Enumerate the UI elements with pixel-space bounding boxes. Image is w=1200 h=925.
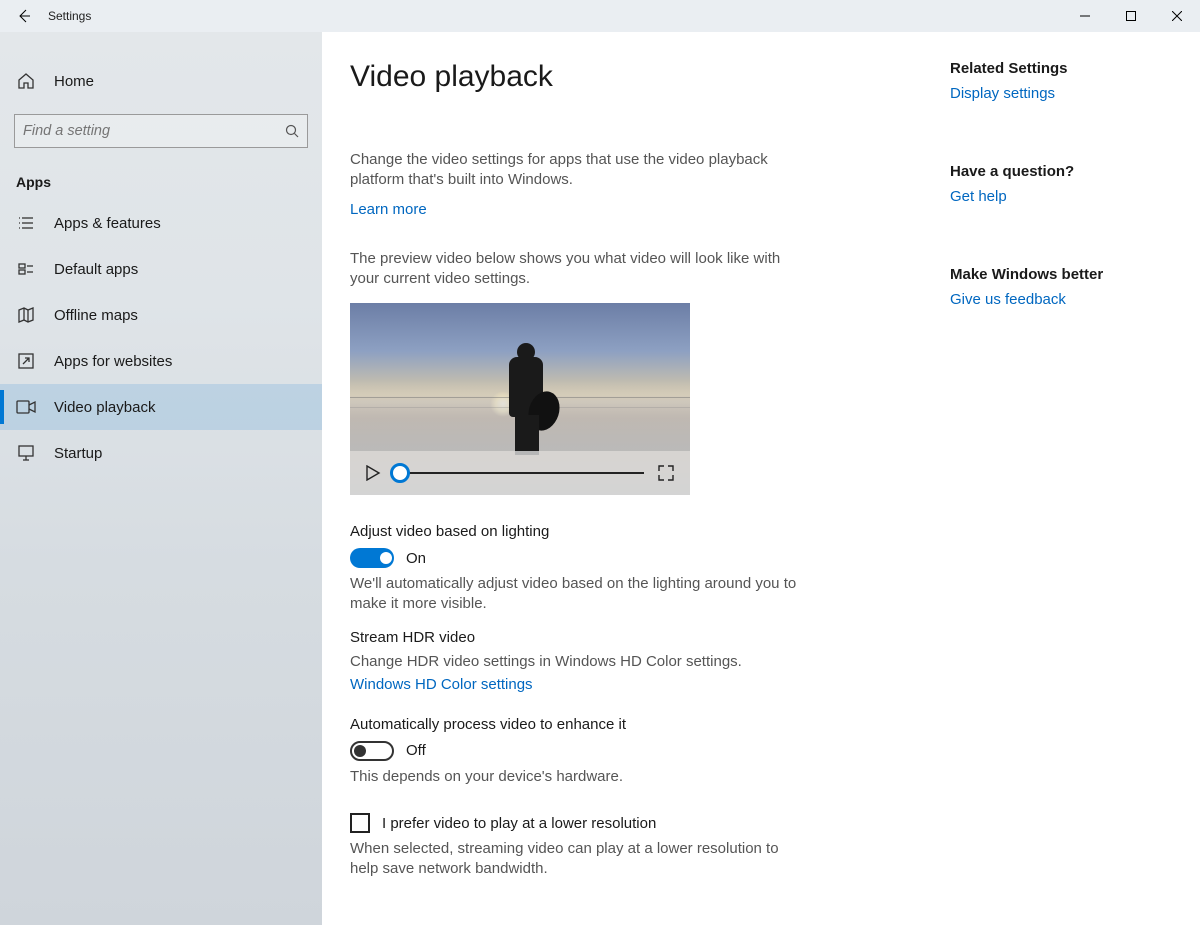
play-icon[interactable] [364, 465, 382, 481]
display-settings-link[interactable]: Display settings [950, 85, 1055, 102]
hdr-heading: Stream HDR video [350, 629, 910, 646]
lowres-desc: When selected, streaming video can play … [350, 839, 800, 880]
lowres-label: I prefer video to play at a lower resolu… [382, 815, 656, 832]
search-icon [285, 124, 299, 138]
close-button[interactable] [1154, 0, 1200, 32]
maximize-button[interactable] [1108, 0, 1154, 32]
lighting-state: On [406, 550, 426, 567]
intro-text: Change the video settings for apps that … [350, 150, 800, 191]
enhance-heading: Automatically process video to enhance i… [350, 716, 910, 733]
sidebar: Home Apps Apps & features Default apps O… [0, 32, 322, 925]
defaults-icon [16, 260, 36, 278]
map-icon [16, 306, 36, 324]
enhance-desc: This depends on your device's hardware. [350, 767, 800, 787]
window-title: Settings [48, 9, 91, 23]
content: Video playback Change the video settings… [322, 32, 1200, 925]
sidebar-item-default-apps[interactable]: Default apps [0, 246, 322, 292]
sidebar-item-startup[interactable]: Startup [0, 430, 322, 476]
better-heading: Make Windows better [950, 266, 1180, 283]
get-help-link[interactable]: Get help [950, 188, 1007, 205]
lighting-toggle[interactable] [350, 548, 394, 568]
video-icon [16, 400, 36, 414]
seek-slider[interactable] [394, 472, 644, 474]
nav-home-label: Home [54, 73, 94, 90]
video-preview[interactable] [350, 303, 690, 495]
video-controls [350, 451, 690, 495]
search-field[interactable] [23, 123, 285, 139]
search-input[interactable] [14, 114, 308, 148]
sidebar-category: Apps [0, 156, 322, 200]
list-icon [16, 214, 36, 232]
question-heading: Have a question? [950, 163, 1180, 180]
seek-thumb[interactable] [390, 463, 410, 483]
minimize-icon [1080, 11, 1090, 21]
sidebar-item-apps-websites[interactable]: Apps for websites [0, 338, 322, 384]
page-title: Video playback [350, 60, 910, 94]
learn-more-link[interactable]: Learn more [350, 201, 427, 218]
sidebar-item-label: Startup [54, 445, 102, 462]
hdr-desc: Change HDR video settings in Windows HD … [350, 652, 800, 672]
startup-icon [16, 444, 36, 462]
sidebar-item-label: Video playback [54, 399, 155, 416]
minimize-button[interactable] [1062, 0, 1108, 32]
close-icon [1172, 11, 1182, 21]
home-icon [16, 72, 36, 90]
sidebar-item-label: Apps for websites [54, 353, 172, 370]
enhance-state: Off [406, 742, 426, 759]
arrow-left-icon [16, 8, 32, 24]
sidebar-item-apps-features[interactable]: Apps & features [0, 200, 322, 246]
fullscreen-icon[interactable] [656, 464, 676, 482]
hdr-link[interactable]: Windows HD Color settings [350, 676, 533, 693]
sidebar-item-offline-maps[interactable]: Offline maps [0, 292, 322, 338]
lighting-heading: Adjust video based on lighting [350, 523, 910, 540]
feedback-link[interactable]: Give us feedback [950, 291, 1066, 308]
enhance-toggle[interactable] [350, 741, 394, 761]
sidebar-item-label: Default apps [54, 261, 138, 278]
related-heading: Related Settings [950, 60, 1180, 77]
back-button[interactable] [0, 0, 48, 32]
maximize-icon [1126, 11, 1136, 21]
sidebar-item-label: Apps & features [54, 215, 161, 232]
sidebar-item-video-playback[interactable]: Video playback [0, 384, 322, 430]
sidebar-item-label: Offline maps [54, 307, 138, 324]
lowres-checkbox[interactable] [350, 813, 370, 833]
preview-note: The preview video below shows you what v… [350, 249, 800, 290]
titlebar: Settings [0, 0, 1200, 32]
nav-home[interactable]: Home [0, 58, 322, 104]
lighting-desc: We'll automatically adjust video based o… [350, 574, 800, 615]
open-external-icon [16, 352, 36, 370]
